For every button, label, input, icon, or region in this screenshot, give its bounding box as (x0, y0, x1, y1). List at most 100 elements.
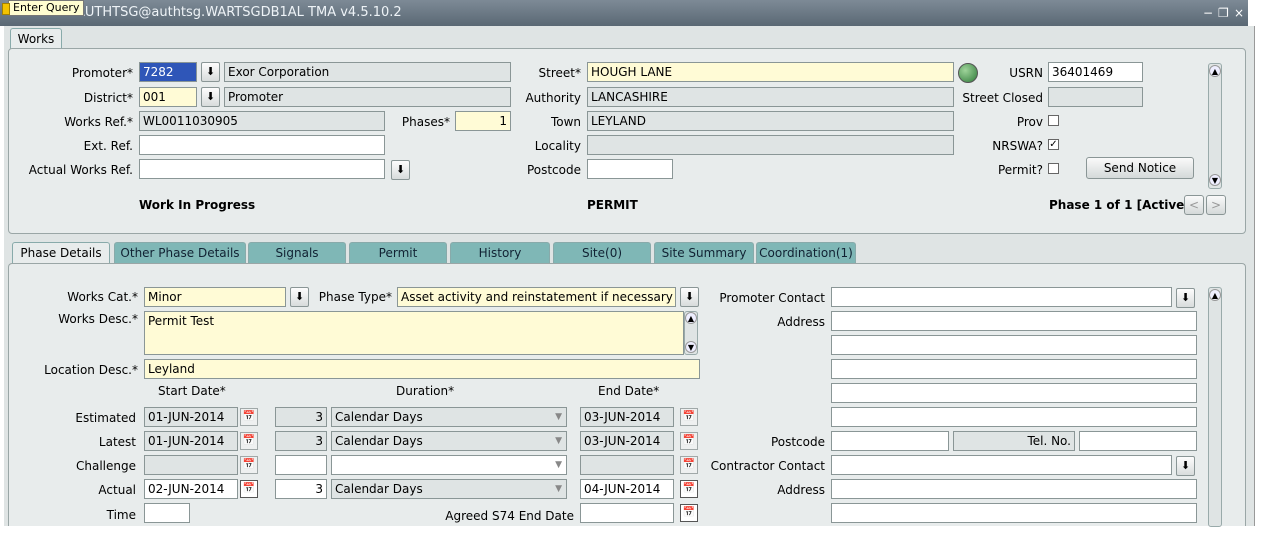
time-field[interactable] (144, 503, 190, 523)
challenge-unit-select[interactable]: ▼ (331, 455, 567, 475)
contractor-address-line-2[interactable] (831, 503, 1197, 523)
calendar-icon[interactable]: 📅 (680, 432, 698, 450)
calendar-icon[interactable]: 📅 (240, 408, 258, 426)
download-arrow-icon: ⬇ (684, 290, 695, 303)
tab-works[interactable]: Works (10, 28, 62, 49)
calendar-icon[interactable]: 📅 (680, 504, 698, 522)
actual-works-ref-field[interactable] (139, 159, 385, 179)
duration-header: Duration* (396, 384, 455, 398)
send-notice-button[interactable]: Send Notice (1086, 157, 1194, 179)
works-desc-textarea[interactable]: Permit Test (144, 311, 684, 355)
estimated-start-field: 01-JUN-2014 (144, 407, 238, 427)
actual-start-field[interactable]: 02-JUN-2014 (144, 479, 238, 499)
calendar-icon[interactable]: 📅 (240, 432, 258, 450)
minimize-icon[interactable]: − (1203, 6, 1213, 20)
works-desc-scrollbar[interactable]: ▲ ▼ (684, 311, 698, 355)
actual-works-ref-lov-button[interactable]: ⬇ (391, 160, 410, 180)
tab-site[interactable]: Site(0) (553, 242, 651, 263)
challenge-duration-field[interactable] (275, 455, 327, 475)
latest-unit-value: Calendar Days (335, 434, 423, 448)
tab-history[interactable]: History (450, 242, 550, 263)
close-icon[interactable]: × (1234, 6, 1244, 20)
phase-postcode-label: Postcode (770, 435, 825, 449)
tab-signals[interactable]: Signals (248, 242, 346, 263)
tab-phase-details[interactable]: Phase Details (12, 242, 110, 263)
promoter-contact-lov-button[interactable]: ⬇ (1176, 288, 1195, 308)
usrn-field[interactable]: 36401469 (1048, 62, 1143, 82)
calendar-icon[interactable]: 📅 (240, 480, 258, 498)
works-ref-label: Works Ref.* (64, 115, 133, 129)
scroll-up-icon[interactable]: ▲ (1209, 65, 1221, 77)
calendar-icon[interactable]: 📅 (680, 480, 698, 498)
locality-field (587, 135, 954, 155)
scroll-up-icon[interactable]: ▲ (1209, 289, 1221, 301)
phases-field[interactable]: 1 (455, 111, 511, 131)
agreed-s74-field[interactable] (580, 503, 674, 523)
address-line-5[interactable] (831, 407, 1197, 427)
previous-phase-button[interactable]: < (1184, 195, 1204, 215)
phase-type-lov-button[interactable]: ⬇ (680, 287, 699, 307)
street-field[interactable]: HOUGH LANE (587, 62, 954, 82)
end-date-header: End Date* (598, 384, 660, 398)
scroll-up-icon[interactable]: ▲ (685, 312, 697, 324)
works-cat-label: Works Cat.* (67, 290, 138, 304)
tab-permit[interactable]: Permit (349, 242, 447, 263)
tel-no-label: Tel. No. (953, 431, 1075, 451)
phase-postcode-field[interactable] (831, 431, 949, 451)
location-desc-field[interactable]: Leyland (144, 359, 700, 379)
phase-type-field[interactable]: Asset activity and reinstatement if nece… (397, 287, 676, 307)
contractor-address-label: Address (777, 483, 825, 497)
tooltip: Enter Query (8, 0, 85, 16)
calendar-icon[interactable]: 📅 (680, 408, 698, 426)
address-line-3[interactable] (831, 359, 1197, 379)
prov-checkbox[interactable] (1048, 115, 1059, 126)
tab-other-phase-details[interactable]: Other Phase Details (114, 242, 246, 263)
phase-type-label: Phase Type* (318, 290, 392, 304)
address-line-2[interactable] (831, 335, 1197, 355)
chevron-left-icon: < (1188, 198, 1200, 212)
permit-checkbox[interactable] (1048, 163, 1059, 174)
address-line-4[interactable] (831, 383, 1197, 403)
contractor-contact-lov-button[interactable]: ⬇ (1176, 456, 1195, 476)
scroll-down-icon[interactable]: ▼ (685, 341, 697, 353)
actual-works-ref-label: Actual Works Ref. (28, 163, 133, 177)
phase-scrollbar[interactable]: ▲ (1208, 287, 1222, 527)
district-label: District* (83, 91, 133, 105)
tel-no-field[interactable] (1079, 431, 1197, 451)
address-line-1[interactable] (831, 311, 1197, 331)
promoter-lov-button[interactable]: ⬇ (201, 62, 220, 82)
nrswa-checkbox[interactable]: ✓ (1048, 139, 1059, 150)
promoter-contact-field[interactable] (831, 287, 1172, 307)
actual-end-field[interactable]: 04-JUN-2014 (580, 479, 674, 499)
district-lov-button[interactable]: ⬇ (201, 87, 220, 107)
district-name-field: Promoter (224, 87, 511, 107)
tab-site-summary[interactable]: Site Summary (654, 242, 754, 263)
promoter-code-field[interactable]: 7282 (139, 62, 197, 82)
works-cat-field[interactable]: Minor (144, 287, 286, 307)
start-date-header: Start Date* (158, 384, 226, 398)
works-scrollbar[interactable]: ▲ ▼ (1208, 63, 1222, 189)
locality-label: Locality (534, 139, 581, 153)
restore-icon[interactable]: ❐ (1218, 6, 1229, 20)
contractor-address-line-1[interactable] (831, 479, 1197, 499)
phase-indicator: Phase 1 of 1 [Active] (1049, 198, 1190, 212)
actual-duration-field[interactable]: 3 (275, 479, 327, 499)
district-code-field[interactable]: 001 (139, 87, 197, 107)
phases-label: Phases* (401, 115, 450, 129)
next-phase-button[interactable]: > (1206, 195, 1226, 215)
actual-unit-select[interactable]: Calendar Days ▼ (331, 479, 567, 499)
calendar-icon[interactable]: 📅 (240, 456, 258, 474)
estimated-duration-field: 3 (275, 407, 327, 427)
tab-coordination[interactable]: Coordination(1) (756, 242, 856, 263)
download-arrow-icon: ⬇ (294, 290, 305, 303)
contractor-contact-field[interactable] (831, 455, 1172, 475)
permit-q-label: Permit? (997, 163, 1043, 177)
postcode-field[interactable] (587, 159, 673, 179)
scroll-down-icon[interactable]: ▼ (1209, 174, 1221, 186)
calendar-icon[interactable]: 📅 (680, 456, 698, 474)
challenge-start-field (144, 455, 238, 475)
latest-start-field: 01-JUN-2014 (144, 431, 238, 451)
works-cat-lov-button[interactable]: ⬇ (290, 287, 309, 307)
ext-ref-field[interactable] (139, 135, 385, 155)
agreed-s74-label: Agreed S74 End Date (445, 509, 574, 523)
